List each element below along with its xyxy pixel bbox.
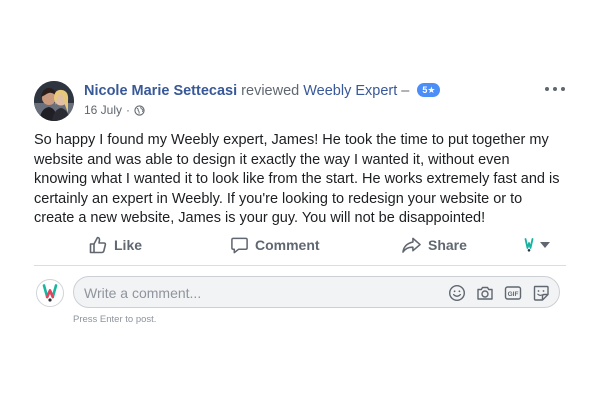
sticker-icon[interactable] <box>532 284 550 302</box>
share-label: Share <box>428 237 467 253</box>
globe-icon[interactable] <box>134 104 145 116</box>
camera-icon[interactable] <box>476 284 494 302</box>
header-separator: – <box>401 83 410 99</box>
review-post: Nicole Marie Settecasi reviewed Weebly E… <box>0 0 600 400</box>
actions-bar: Like Comment Share <box>34 231 566 263</box>
svg-text:GIF: GIF <box>508 291 519 298</box>
comment-input[interactable] <box>84 283 424 303</box>
gif-icon[interactable]: GIF <box>504 284 522 302</box>
post-as-selector[interactable] <box>524 238 550 252</box>
author-name[interactable]: Nicole Marie Settecasi <box>84 83 237 99</box>
author-avatar[interactable] <box>34 81 74 121</box>
thumbs-up-icon <box>89 236 107 254</box>
press-enter-hint: Press Enter to post. <box>73 314 157 325</box>
like-label: Like <box>114 237 143 253</box>
commenter-avatar <box>36 279 64 307</box>
review-text: So happy I found my Weebly expert, James… <box>34 132 560 226</box>
post-header: Nicole Marie Settecasi reviewed Weebly E… <box>84 82 441 100</box>
more-options-icon[interactable] <box>544 84 566 94</box>
speech-bubble-icon <box>231 237 248 253</box>
divider <box>34 265 566 266</box>
emoji-icon[interactable] <box>448 284 466 302</box>
comment-label: Comment <box>255 237 320 253</box>
share-button[interactable]: Share <box>401 231 467 259</box>
weebly-logo-icon <box>42 284 58 302</box>
composer-tools: GIF <box>448 284 550 302</box>
page-link[interactable]: Weebly Expert <box>303 83 397 99</box>
action-text: reviewed <box>241 83 300 99</box>
post-meta: 16 July · <box>84 103 145 117</box>
comment-box: GIF <box>73 276 560 308</box>
like-button[interactable]: Like <box>88 231 142 259</box>
chevron-down-icon <box>540 242 550 248</box>
weebly-logo-icon <box>524 238 534 252</box>
meta-dot: · <box>126 103 131 117</box>
rating-badge: 5★ <box>417 83 441 97</box>
comment-button[interactable]: Comment <box>230 231 320 259</box>
post-date[interactable]: 16 July <box>84 103 122 117</box>
share-arrow-icon <box>402 237 421 253</box>
